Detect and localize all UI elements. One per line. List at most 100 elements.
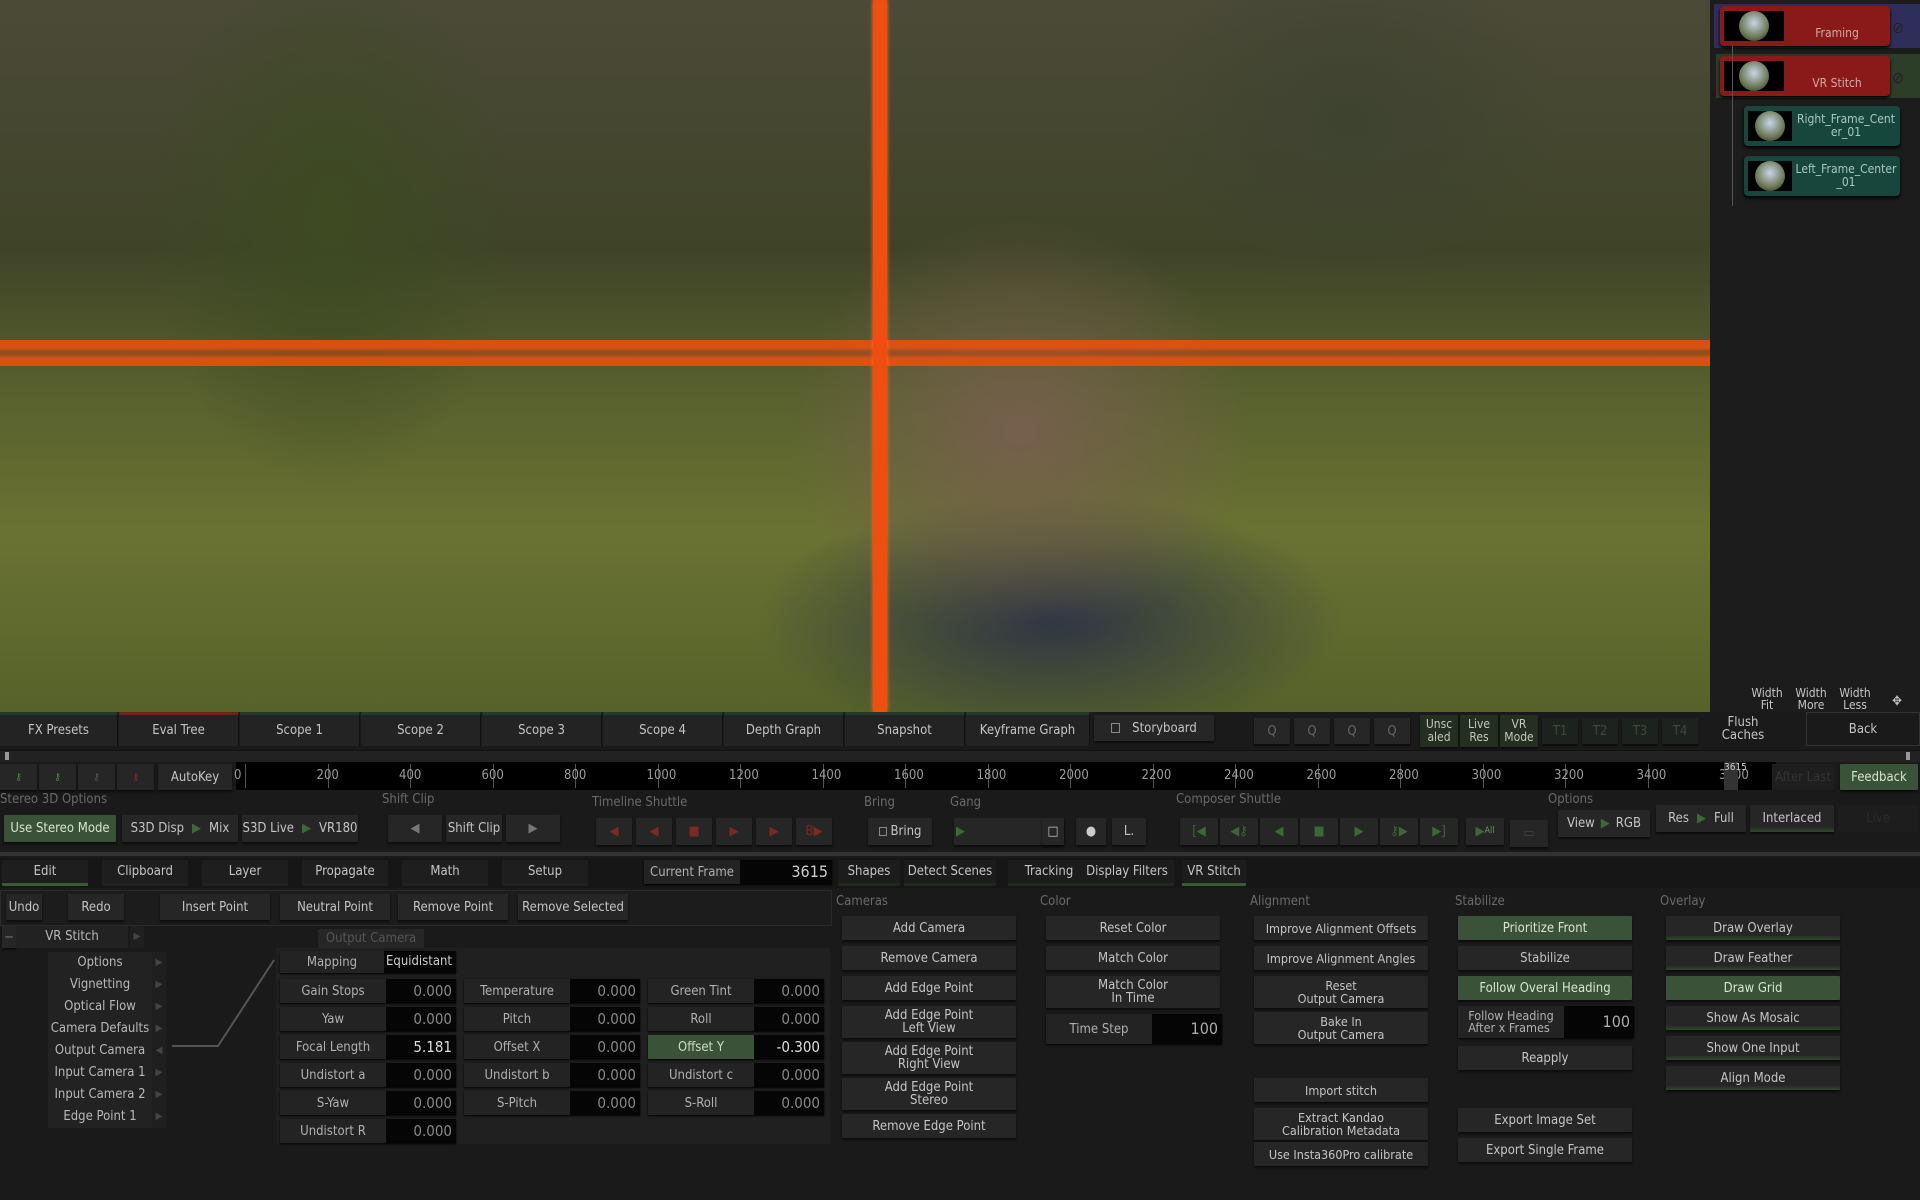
- zoom-reset-icon[interactable]: Q: [1334, 718, 1370, 744]
- show-one-input-toggle[interactable]: Show One Input: [1666, 1036, 1840, 1060]
- field-value[interactable]: 0.000: [386, 1119, 456, 1143]
- shift-left-button[interactable]: ◀: [388, 815, 442, 842]
- play-all-button[interactable]: ▶ All: [1466, 818, 1504, 845]
- field-value[interactable]: 0.000: [386, 1091, 456, 1115]
- collapse-button[interactable]: −: [2, 926, 16, 948]
- show-as-mosaic-toggle[interactable]: Show As Mosaic: [1666, 1006, 1840, 1030]
- zoom-clear-icon[interactable]: Q: [1374, 718, 1410, 744]
- stop-button[interactable]: ■: [676, 818, 712, 845]
- timeline-scrollbar[interactable]: [0, 750, 1920, 762]
- camera-remove-edge-point-button[interactable]: Remove Edge Point: [842, 1114, 1016, 1138]
- gang-link-select[interactable]: L.: [1112, 818, 1146, 845]
- scrollbar-thumb-right[interactable]: [1906, 752, 1910, 760]
- export-image-set-button[interactable]: Export Image Set: [1458, 1108, 1632, 1132]
- field-offset-x[interactable]: Offset X 0.000: [464, 1035, 640, 1059]
- field-value[interactable]: 0.000: [570, 1035, 640, 1059]
- tab-layer[interactable]: Layer: [202, 860, 288, 886]
- gang-checkbox[interactable]: □: [1042, 818, 1064, 845]
- play-back-button[interactable]: ◀: [636, 818, 672, 845]
- composer-play-back-button[interactable]: ◀: [1260, 818, 1298, 845]
- view-select[interactable]: View ▶ RGB: [1558, 810, 1650, 837]
- s3d-live-select[interactable]: S3D Live ▶ VR180: [242, 815, 358, 842]
- expand-arrow-icon[interactable]: ▶: [152, 1106, 166, 1128]
- field-s-yaw[interactable]: S-Yaw 0.000: [280, 1091, 456, 1115]
- current-frame-value[interactable]: 3615: [740, 860, 832, 884]
- field-value[interactable]: 0.000: [754, 1007, 824, 1031]
- field-pitch[interactable]: Pitch 0.000: [464, 1007, 640, 1031]
- t2-button[interactable]: T2: [1582, 718, 1618, 744]
- tab-setup[interactable]: Setup: [502, 860, 588, 886]
- eye-icon[interactable]: ⊘: [1892, 18, 1904, 37]
- stabilize-button[interactable]: Stabilize: [1458, 946, 1632, 970]
- flush-caches-button[interactable]: Flush Caches: [1708, 712, 1778, 746]
- scrollbar-thumb-left[interactable]: [5, 752, 9, 760]
- zoom-out-icon[interactable]: Q: [1294, 718, 1330, 744]
- tab-shapes[interactable]: Shapes: [838, 860, 900, 886]
- align-reset-output-camera-button[interactable]: Reset Output Camera: [1254, 976, 1428, 1008]
- tab-math[interactable]: Math: [402, 860, 488, 886]
- tree-item-optical-flow[interactable]: Optical Flow: [48, 996, 152, 1018]
- feedback-button[interactable]: Feedback: [1840, 764, 1918, 790]
- camera-add-edge-point-button[interactable]: Add Edge Point: [842, 976, 1016, 1000]
- back-button[interactable]: Back: [1806, 712, 1920, 746]
- time-step-field[interactable]: Time Step 100: [1046, 1014, 1222, 1044]
- field-value[interactable]: -0.300: [754, 1035, 824, 1059]
- tree-item-input-camera-2[interactable]: Input Camera 2: [48, 1084, 152, 1106]
- width-fit-button[interactable]: Width Fit: [1746, 686, 1788, 712]
- field-s-pitch[interactable]: S-Pitch 0.000: [464, 1091, 640, 1115]
- use-stereo-mode-toggle[interactable]: Use Stereo Mode: [4, 815, 116, 842]
- tab-display-filters[interactable]: Display Filters: [1080, 860, 1174, 886]
- composer-stop-button[interactable]: ■: [1300, 818, 1338, 845]
- tab-keyframe-graph[interactable]: Keyframe Graph: [966, 712, 1090, 746]
- toolbar-neutral-point-button[interactable]: Neutral Point: [280, 894, 390, 920]
- composer-play-fwd-button[interactable]: ▶: [1340, 818, 1378, 845]
- unscaled-toggle[interactable]: Unsc aled: [1420, 715, 1458, 747]
- eye-icon[interactable]: ⊘: [1892, 68, 1904, 87]
- camera-add-edge-point-left-view-button[interactable]: Add Edge Point Left View: [842, 1006, 1016, 1038]
- node-right-frame-cent-er-01[interactable]: Right_Frame_Cent er_01: [1744, 106, 1900, 146]
- tab-edit[interactable]: Edit: [2, 860, 88, 886]
- composer-prev-key-button[interactable]: ◀⚷: [1220, 818, 1258, 845]
- timeline-ruler[interactable]: 0 200 400 600 800 1000 1200 1400 1600 1800 2000 220…: [234, 762, 1776, 790]
- play-fwd-button[interactable]: ▶: [716, 818, 752, 845]
- storyboard-button[interactable]: Storyboard: [1094, 715, 1214, 741]
- s3d-disp-select[interactable]: S3D Disp ▶ Mix: [122, 815, 238, 842]
- field-undistort-a[interactable]: Undistort a 0.000: [280, 1063, 456, 1087]
- gang-record-button[interactable]: ●: [1076, 818, 1106, 845]
- tab-scope-4[interactable]: Scope 4: [603, 712, 723, 746]
- expand-arrow-icon[interactable]: ▶: [130, 926, 144, 948]
- t4-button[interactable]: T4: [1662, 718, 1698, 744]
- field-value[interactable]: 0.000: [754, 979, 824, 1003]
- field-value[interactable]: 5.181: [386, 1035, 456, 1059]
- field-value[interactable]: 0.000: [570, 1007, 640, 1031]
- interlaced-toggle[interactable]: Interlaced: [1750, 805, 1834, 832]
- color-match-color-button[interactable]: Match Color: [1046, 946, 1220, 970]
- prioritize-front-toggle[interactable]: Prioritize Front: [1458, 916, 1632, 940]
- tree-item-edge-point-1[interactable]: Edge Point 1: [48, 1106, 152, 1128]
- expand-arrow-icon[interactable]: ▶: [152, 1084, 166, 1106]
- field-roll[interactable]: Roll 0.000: [648, 1007, 824, 1031]
- reapply-button[interactable]: Reapply: [1458, 1046, 1632, 1070]
- camera-add-edge-point-stereo-button[interactable]: Add Edge Point Stereo: [842, 1078, 1016, 1110]
- tab-propagate[interactable]: Propagate: [302, 860, 388, 886]
- align-import-stitch-button[interactable]: Import stitch: [1254, 1078, 1428, 1102]
- field-yaw[interactable]: Yaw 0.000: [280, 1007, 456, 1031]
- tree-item-options[interactable]: Options: [48, 952, 152, 974]
- pan-icon[interactable]: ✥: [1880, 690, 1914, 712]
- tab-tracking[interactable]: Tracking: [1008, 860, 1090, 886]
- width-more-button[interactable]: Width More: [1790, 686, 1832, 712]
- toolbar-remove-selected-button[interactable]: Remove Selected: [518, 894, 628, 920]
- field-value[interactable]: 0.000: [570, 1091, 640, 1115]
- checkbox-icon[interactable]: [878, 827, 887, 836]
- follow-after-frames-field[interactable]: Follow Heading After x Frames 100: [1458, 1006, 1634, 1038]
- camera-add-camera-button[interactable]: Add Camera: [842, 916, 1016, 940]
- node-vr-stitch[interactable]: VR Stitch: [1720, 56, 1890, 96]
- align-extract-kandao-calibration-metadata-button[interactable]: Extract Kandao Calibration Metadata: [1254, 1108, 1428, 1140]
- playhead-marker[interactable]: 3615: [1724, 762, 1747, 790]
- tree-item-output-camera[interactable]: Output Camera: [48, 1040, 152, 1062]
- toolbar-redo-button[interactable]: Redo: [68, 894, 124, 920]
- key-next-icon[interactable]: ⚷: [78, 764, 115, 790]
- align-bake-in-output-camera-button[interactable]: Bake In Output Camera: [1254, 1012, 1428, 1044]
- node-left-frame-center-01[interactable]: Left_Frame_Center _01: [1744, 156, 1900, 196]
- live-toggle[interactable]: Live: [1838, 805, 1918, 832]
